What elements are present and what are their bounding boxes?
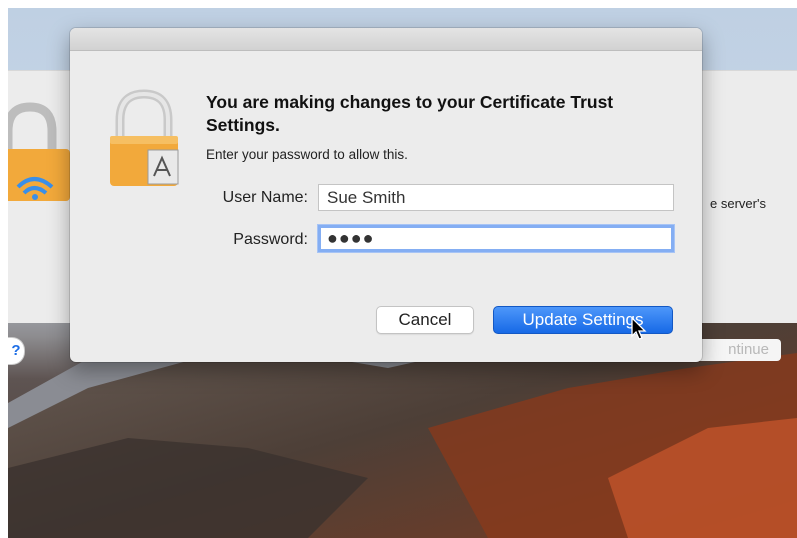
authentication-dialog: You are making changes to your Certifica… xyxy=(70,28,702,362)
dialog-titlebar xyxy=(70,28,702,51)
wifi-lock-icon xyxy=(8,102,70,201)
continue-button[interactable]: ntinue xyxy=(691,339,781,361)
background-partial-text: e server's xyxy=(710,196,766,211)
user-name-field[interactable] xyxy=(318,184,674,211)
password-field[interactable] xyxy=(318,225,674,252)
cancel-button[interactable]: Cancel xyxy=(376,306,474,334)
lock-certificate-icon xyxy=(110,89,179,186)
dialog-title: You are making changes to your Certifica… xyxy=(206,92,614,135)
user-name-label: User Name: xyxy=(222,189,308,206)
dialog-subtitle: Enter your password to allow this. xyxy=(206,147,408,162)
mouse-pointer-icon xyxy=(631,317,647,340)
password-label: Password: xyxy=(233,231,308,248)
